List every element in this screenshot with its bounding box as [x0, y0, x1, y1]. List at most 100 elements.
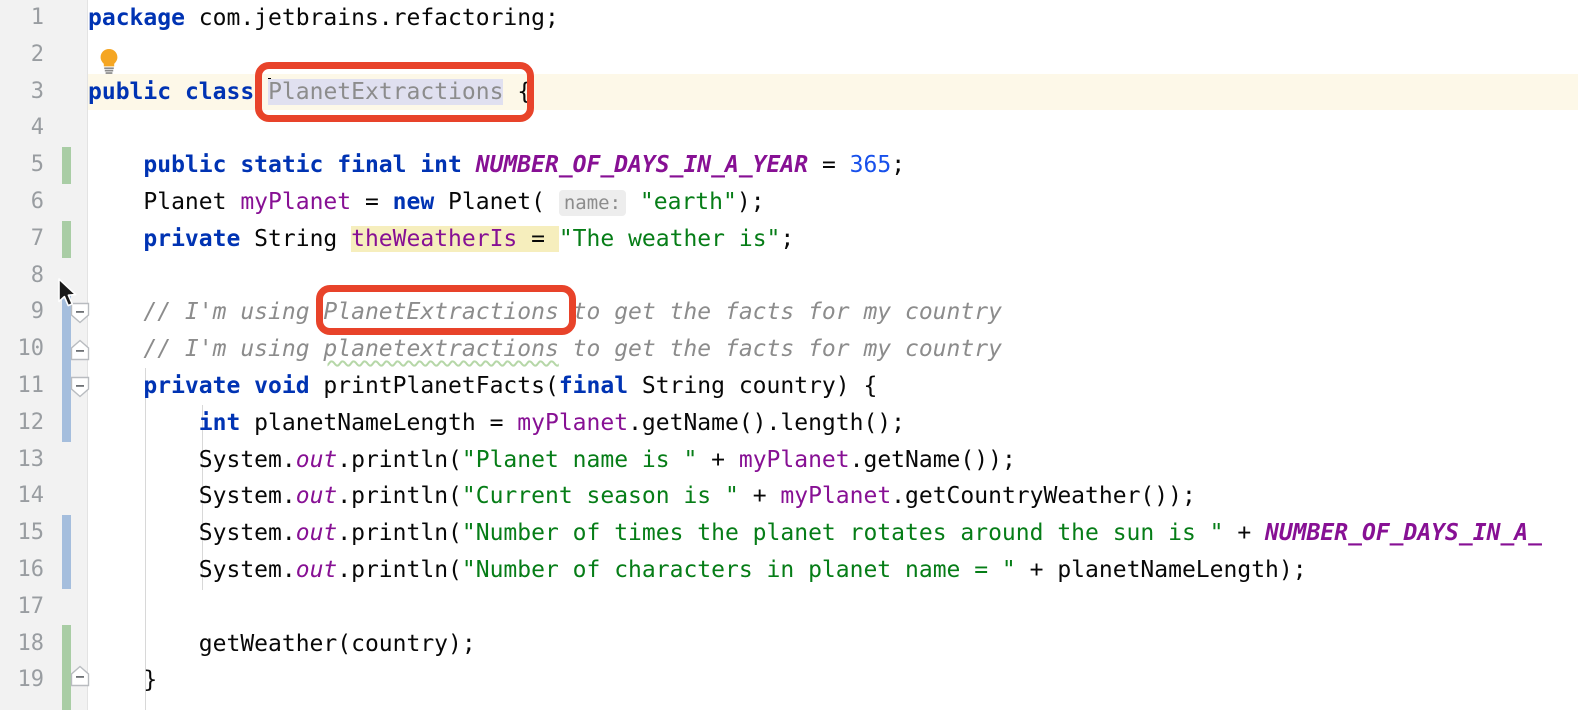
method-chain: .getCountryWeather()); — [891, 483, 1196, 510]
package-path: com.jetbrains.refactoring; — [184, 5, 559, 31]
system-prefix: System. — [198, 520, 296, 547]
method-chain: .getName().length(); — [628, 409, 906, 436]
field-myplanet[interactable]: myPlanet — [240, 189, 351, 215]
string-literal-weather: "The weather is" — [558, 225, 781, 252]
concat-operator: + — [738, 483, 781, 510]
type-planet: Planet — [143, 189, 241, 215]
code-line-8[interactable] — [88, 258, 1578, 295]
concat-operator: + — [1015, 557, 1058, 583]
system-prefix: System. — [198, 446, 296, 473]
type-string: String — [240, 225, 352, 252]
method-modifiers: private void — [143, 373, 310, 399]
println-call: .println( — [337, 483, 462, 510]
open-brace: { — [517, 78, 532, 105]
vcs-marker-added[interactable] — [62, 220, 71, 258]
field-myplanet[interactable]: myPlanet — [517, 410, 628, 436]
comment-suffix: to get the facts for my country — [558, 336, 1002, 363]
semicolon: ; — [891, 152, 906, 179]
code-line-19[interactable]: } — [88, 662, 1578, 699]
line-number: 11 — [17, 373, 45, 398]
vcs-marker-modified[interactable] — [62, 515, 71, 589]
string-literal: "Number of characters in planet name = " — [461, 557, 1016, 583]
keyword-public: public — [88, 78, 172, 105]
comment-typo-occurrence[interactable]: planetextractions — [323, 336, 558, 362]
line-number: 14 — [17, 483, 45, 509]
println-call: .println( — [337, 446, 462, 473]
comment-class-name-occurrence[interactable]: PlanetExtractions — [323, 299, 558, 325]
string-literal: "Planet name is " — [461, 446, 698, 473]
constant-identifier-clipped[interactable]: NUMBER_OF_DAYS_IN_A_ — [1265, 520, 1542, 546]
constant-identifier[interactable]: NUMBER_OF_DAYS_IN_A_YEAR — [476, 152, 808, 178]
code-line-14[interactable]: System.out.println("Current season is " … — [88, 478, 1578, 515]
println-call: .println( — [337, 520, 462, 547]
code-editor[interactable]: 1 2 3 4 5 6 7 8 9 10 11 12 13 14 15 16 1… — [0, 0, 1578, 710]
method-name-printplanetfacts[interactable]: printPlanetFacts( — [310, 373, 558, 399]
fold-marker-expand-icon[interactable] — [70, 339, 90, 361]
code-line-16[interactable]: System.out.println("Number of characters… — [88, 552, 1578, 589]
code-line-17[interactable] — [88, 589, 1578, 626]
line-number: 4 — [30, 115, 44, 141]
code-line-5[interactable]: public static final int NUMBER_OF_DAYS_I… — [88, 147, 1578, 184]
code-line-6[interactable]: Planet myPlanet = new Planet( name: "ear… — [88, 184, 1578, 221]
line-number: 7 — [30, 225, 44, 251]
method-chain: .getName()); — [849, 446, 1016, 473]
code-line-12[interactable]: int planetNameLength = myPlanet.getName(… — [88, 405, 1578, 442]
string-literal-earth: "earth" — [639, 189, 737, 215]
keyword-int: int — [198, 409, 241, 436]
assign-operator: = — [808, 152, 850, 179]
parameter-name-hint[interactable]: name: — [558, 190, 627, 216]
string-literal: "Number of times the planet rotates arou… — [461, 520, 1224, 547]
code-line-18[interactable]: getWeather(country); — [88, 626, 1578, 663]
modifiers-and-type: public static final int — [143, 152, 462, 179]
field-myplanet[interactable]: myPlanet — [780, 483, 891, 509]
code-line-13[interactable]: System.out.println("Planet name is " + m… — [88, 442, 1578, 479]
code-line-10[interactable]: // I'm using planetextractions to get th… — [88, 331, 1578, 368]
close-paren-semicolon: ); — [736, 189, 765, 215]
code-line-15[interactable]: System.out.println("Number of times the … — [88, 515, 1578, 552]
field-theweatheris[interactable]: theWeatherIs — [351, 225, 518, 252]
system-prefix: System. — [198, 557, 296, 583]
code-line-11[interactable]: private void printPlanetFacts(final Stri… — [88, 368, 1578, 405]
line-number: 3 — [30, 78, 44, 104]
class-name-identifier[interactable]: PlanetExtractions — [268, 78, 504, 105]
comment-suffix: to get the facts for my country — [558, 299, 1002, 326]
field-myplanet[interactable]: myPlanet — [739, 447, 850, 473]
comment-prefix: // I'm using — [143, 299, 324, 326]
code-line-2[interactable] — [88, 37, 1578, 74]
line-number: 16 — [17, 557, 45, 582]
line-number: 13 — [17, 446, 45, 472]
line-number: 18 — [17, 630, 45, 656]
line-number: 10 — [17, 336, 45, 362]
line-number: 8 — [30, 262, 44, 288]
fold-marker-expand-icon[interactable] — [70, 665, 90, 687]
intention-bulb-icon[interactable] — [96, 47, 122, 79]
line-number: 1 — [30, 5, 44, 30]
close-brace: } — [143, 667, 158, 694]
code-line-4[interactable] — [88, 110, 1578, 147]
line-number: 5 — [30, 152, 44, 178]
method-call-getweather[interactable]: getWeather(country); — [199, 631, 476, 657]
vcs-marker-added[interactable] — [62, 147, 71, 184]
line-number: 2 — [30, 41, 44, 67]
code-line-7[interactable]: private String theWeatherIs = "The weath… — [88, 221, 1578, 258]
local-var-planetnamelength: planetNameLength); — [1057, 557, 1307, 583]
method-params: String country) { — [628, 373, 878, 399]
fold-marker-collapse-icon[interactable] — [70, 376, 90, 398]
assign-operator: = — [351, 189, 393, 215]
static-field-out: out — [295, 483, 338, 510]
code-line-3[interactable]: public class PlanetExtractions { — [88, 74, 1578, 111]
code-line-9[interactable]: // I'm using PlanetExtractions to get th… — [88, 294, 1578, 331]
assign-operator: = — [517, 225, 559, 252]
semicolon: ; — [780, 225, 795, 252]
code-line-1[interactable]: package com.jetbrains.refactoring; — [88, 0, 1578, 37]
system-prefix: System. — [198, 483, 296, 510]
